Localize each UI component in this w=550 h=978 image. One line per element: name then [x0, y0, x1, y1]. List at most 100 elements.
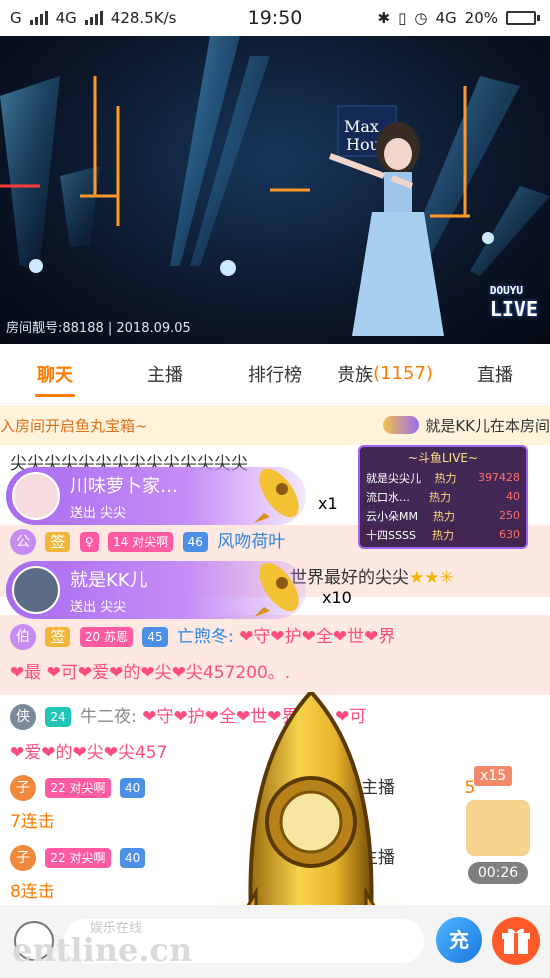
bluetooth-icon: ✱	[377, 9, 391, 27]
bottom-bar: 娱乐在线 entline.cn 充	[0, 905, 550, 978]
recharge-button[interactable]: 充	[436, 917, 482, 963]
stars-decoration: ★★✳	[409, 568, 454, 588]
watermark-site: entline.cn	[12, 931, 193, 969]
ranking-row: 云小朵MM 热力 250	[366, 506, 520, 525]
level-badge: 45	[142, 627, 168, 647]
noble-badge: 子	[10, 775, 36, 801]
signal-icon-2	[84, 11, 103, 25]
ranking-row: 十四SSSS 热力 630	[366, 525, 520, 544]
rank-value: 250	[498, 509, 520, 522]
ranking-title: ~斗鱼LIVE~	[407, 451, 479, 465]
ranking-panel[interactable]: ~斗鱼LIVE~ 就是尖尖儿 热力 397428 流口水… 热力 40 云小朵MM 热力 2…	[358, 445, 528, 549]
tab-nobles[interactable]: 贵族 (1157)	[330, 344, 440, 403]
avatar[interactable]	[12, 566, 60, 614]
tab-label: 聊天	[37, 364, 73, 386]
status-left: G 4G 428.5K/s	[10, 9, 176, 27]
rank-name: 流口水…	[366, 490, 410, 504]
tab-anchor[interactable]: 主播	[110, 344, 220, 403]
notice-text: 入房间开启鱼丸宝箱~	[0, 416, 148, 435]
tab-live[interactable]: 直播	[440, 344, 550, 403]
rocket-icon	[254, 468, 299, 523]
spotlight	[220, 260, 236, 276]
battery-percent: 20%	[464, 9, 498, 27]
rank-label: 热力	[431, 528, 454, 542]
chat-line: 伯 签 20 苏恩 45 亡煦冬: ❤守❤护❤全❤世❤界 ❤最 ❤可❤爱❤的❤尖…	[0, 615, 550, 695]
avatar[interactable]	[12, 472, 60, 520]
tab-chat[interactable]: 聊天	[0, 344, 110, 403]
video-caption: 房间靓号:88188 | 2018.09.05	[6, 321, 191, 336]
fan-level: 22	[50, 851, 66, 865]
rank-name: 十四SSSS	[366, 528, 416, 542]
logo-line1: DOUYU	[489, 284, 523, 297]
fan-name: 对尖啊	[69, 781, 106, 795]
douyu-live-logo: DOUYU LIVE	[490, 284, 538, 320]
stage-sign-text: Hou	[346, 135, 380, 154]
chat-username[interactable]: 风吻荷叶	[217, 532, 285, 552]
gift-action: 送出 尖尖	[70, 505, 127, 521]
rank-label: 热力	[432, 509, 455, 523]
network-label: 4G	[55, 9, 77, 27]
rocket-icon	[383, 416, 420, 434]
tab-label: 直播	[477, 364, 513, 386]
box-multiplier: x15	[474, 766, 513, 786]
tab-label: 排行榜	[248, 364, 302, 386]
rank-value: 40	[506, 490, 520, 503]
level-badge: 46	[182, 532, 208, 552]
app-root: G 4G 428.5K/s 19:50 ✱ ▯ ◷ 4G 20% Max Hou…	[0, 0, 550, 978]
sign-badge: 签	[45, 627, 71, 647]
tab-count: (1157)	[373, 363, 433, 384]
carrier-label: G	[10, 9, 22, 27]
ranking-row: 就是尖尖儿 热力 397428	[366, 468, 520, 487]
gift-banner[interactable]: 川味萝卜家… 送出 尖尖	[6, 467, 306, 525]
fan-badge: 22 对尖啊	[45, 848, 111, 868]
rank-label: 热力	[434, 471, 457, 485]
network-speed: 428.5K/s	[110, 9, 177, 27]
rocket-window	[279, 790, 343, 854]
stage-sign-text: Max	[344, 117, 379, 136]
fan-name: 苏恩	[103, 630, 128, 644]
rank-value: 397428	[478, 471, 520, 484]
status-right: ✱ ▯ ◷ 4G 20%	[378, 9, 540, 27]
fan-badge: 14 对尖啊	[108, 532, 174, 552]
gift-button[interactable]	[492, 917, 540, 965]
notice-right: 就是KK儿在本房间	[383, 415, 550, 436]
fan-badge: 22 对尖啊	[45, 778, 111, 798]
noble-badge: 公	[10, 529, 36, 555]
level-badge: 24	[45, 707, 71, 727]
treasure-box-icon[interactable]	[466, 800, 530, 856]
gift-banner[interactable]: 就是KK儿 送出 尖尖	[6, 561, 306, 619]
chat-text: ❤最 ❤可❤爱❤的❤尖❤尖457200。.	[10, 663, 291, 683]
rank-value: 630	[499, 528, 520, 541]
rank-label: 热力	[429, 490, 451, 504]
fan-level: 14	[113, 535, 129, 549]
alarm-icon: ◷	[414, 9, 428, 27]
chat-text: ❤守❤护❤全❤世❤界	[239, 627, 396, 647]
tab-label: 贵族	[337, 364, 374, 386]
combo-text: 7连击	[10, 812, 55, 832]
sign-badge: 签	[45, 532, 71, 552]
notice-bar[interactable]: 入房间开启鱼丸宝箱~ 就是KK儿在本房间	[0, 405, 550, 445]
noble-badge: 侠	[10, 704, 36, 730]
video-player[interactable]: Max Hou 房间靓号:88188 | 2018.09.05 DOUYU LI…	[0, 36, 550, 344]
status-bar: G 4G 428.5K/s 19:50 ✱ ▯ ◷ 4G 20%	[0, 0, 550, 36]
fan-name: 对尖啊	[69, 851, 106, 865]
box-timer: 00:26	[468, 862, 528, 884]
gender-icon: ♀	[79, 532, 99, 552]
chat-username[interactable]: 牛二夜:	[80, 707, 137, 727]
spotlight	[29, 259, 43, 273]
tab-bar: 聊天 主播 排行榜 贵族 (1157) 直播	[0, 344, 550, 404]
tab-label: 主播	[147, 364, 183, 386]
gift-action: 送出 尖尖	[70, 599, 127, 615]
chat-username[interactable]: 亡煦冬:	[177, 627, 234, 647]
gift-multiplier: x10	[322, 587, 352, 607]
rank-name: 就是尖尖儿	[366, 471, 421, 485]
level-badge: 40	[119, 848, 146, 868]
spotlight	[482, 232, 494, 244]
fan-name: 对尖啊	[132, 535, 169, 549]
tab-ranking[interactable]: 排行榜	[220, 344, 330, 403]
gift-icon	[502, 928, 530, 954]
fan-level: 22	[50, 781, 66, 795]
combo-text: 8连击	[10, 882, 55, 902]
rocket-icon	[254, 562, 299, 617]
notice-right-text: 就是KK儿在本房间	[425, 416, 550, 435]
